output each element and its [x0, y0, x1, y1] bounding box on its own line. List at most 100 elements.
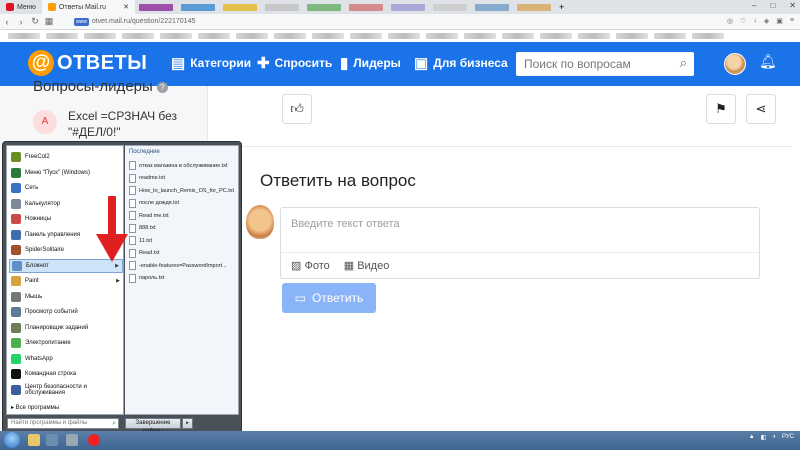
- nav-business[interactable]: ▣ Для бизнеса: [414, 54, 508, 72]
- blurred-tab[interactable]: [264, 3, 299, 11]
- search-input[interactable]: Поиск по вопросам ⌕: [516, 52, 694, 76]
- recent-file-item[interactable]: 888.txt: [129, 223, 237, 234]
- recent-file-item[interactable]: How_to_launch_Remix_OS_for_PC.txt: [129, 185, 237, 196]
- shield-icon[interactable]: ◈: [764, 17, 769, 25]
- bookmark-item[interactable]: [198, 33, 230, 39]
- start-menu-item[interactable]: Меню "Пуск" (Windows): [9, 166, 123, 180]
- tab-otvety[interactable]: Ответы Mail.ru ✕: [41, 0, 135, 14]
- close-icon[interactable]: ✕: [123, 3, 129, 11]
- shutdown-button[interactable]: Завершение работы: [125, 418, 181, 435]
- network-icon[interactable]: ◧: [761, 434, 767, 441]
- blurred-tab[interactable]: [390, 3, 425, 11]
- bookmark-item[interactable]: [122, 33, 154, 39]
- tray-arrow-icon[interactable]: ▲: [749, 434, 755, 441]
- blurred-tab[interactable]: [432, 3, 467, 11]
- leader-question-link[interactable]: Excel =СРЗНАЧ без "#ДЕЛ/0!": [68, 108, 188, 140]
- start-button[interactable]: [4, 432, 20, 448]
- start-search-input[interactable]: Найти программы и файлы ⌕: [7, 418, 119, 429]
- bookmark-item[interactable]: [46, 33, 78, 39]
- like-button[interactable]: 👍︎: [282, 94, 312, 124]
- submit-answer-button[interactable]: ▭ Ответить: [282, 283, 376, 313]
- bookmark-item[interactable]: [654, 33, 686, 39]
- bookmark-item[interactable]: [692, 33, 724, 39]
- minimize-icon[interactable]: –: [752, 1, 756, 10]
- video-button[interactable]: ▦ Видео: [344, 259, 390, 272]
- new-tab-icon[interactable]: +: [559, 2, 564, 12]
- bookmark-item[interactable]: [160, 33, 192, 39]
- recent-file-item[interactable]: 11.txt: [129, 235, 237, 246]
- bookmark-item[interactable]: [84, 33, 116, 39]
- search-icon[interactable]: ⌕: [112, 419, 116, 428]
- maximize-icon[interactable]: □: [770, 1, 775, 10]
- bookmark-item[interactable]: [616, 33, 648, 39]
- blurred-tab[interactable]: [222, 3, 257, 11]
- bookmark-item[interactable]: [274, 33, 306, 39]
- bookmark-item[interactable]: [236, 33, 268, 39]
- camera-icon[interactable]: ◎: [727, 17, 733, 25]
- bookmark-item[interactable]: [388, 33, 420, 39]
- tab-menu[interactable]: Меню: [0, 0, 42, 14]
- bookmark-item[interactable]: [464, 33, 496, 39]
- language-indicator[interactable]: РУС: [782, 434, 794, 441]
- forward-icon[interactable]: ›: [14, 17, 28, 27]
- recent-file-item[interactable]: Read me.txt: [129, 210, 237, 221]
- photo-button[interactable]: ▨ Фото: [291, 259, 330, 272]
- bookmark-item[interactable]: [540, 33, 572, 39]
- start-menu-item[interactable]: FreeCol2: [9, 150, 123, 164]
- recent-file-item[interactable]: Read.txt: [129, 248, 237, 259]
- taskbar-app-icon[interactable]: [66, 434, 78, 446]
- start-menu-item[interactable]: Планировщик заданий: [9, 321, 123, 335]
- bookmark-item[interactable]: [8, 33, 40, 39]
- taskbar-app-icon[interactable]: [46, 434, 58, 446]
- start-menu-item[interactable]: Командная строка: [9, 367, 123, 381]
- recent-file-item[interactable]: readme.txt: [129, 173, 237, 184]
- recent-file-item[interactable]: пароль.txt: [129, 273, 237, 284]
- leader-avatar[interactable]: A: [33, 110, 57, 134]
- start-menu-item[interactable]: Сеть: [9, 181, 123, 195]
- start-menu-item[interactable]: Мышь: [9, 290, 123, 304]
- back-icon[interactable]: ‹: [0, 17, 14, 27]
- bell-icon[interactable]: 🔔︎: [759, 53, 777, 70]
- share-button[interactable]: ⋖: [746, 94, 776, 124]
- reload-icon[interactable]: ↻: [28, 16, 42, 27]
- blurred-tab[interactable]: [138, 3, 173, 11]
- menu-icon[interactable]: ≡: [790, 17, 794, 25]
- opera-icon[interactable]: [88, 434, 100, 446]
- recent-file-item[interactable]: отказ магазина в обслуживание.txt: [129, 160, 237, 171]
- bookmark-item[interactable]: [502, 33, 534, 39]
- blurred-tab[interactable]: [516, 3, 551, 11]
- answer-editor[interactable]: Введите текст ответа ▨ Фото ▦ Видео: [280, 207, 760, 279]
- nav-ask[interactable]: ✚ Спросить: [257, 54, 332, 72]
- bookmark-item[interactable]: [350, 33, 382, 39]
- all-programs-button[interactable]: ▸ Все программы: [11, 404, 59, 411]
- start-menu-item[interactable]: Paint ▶: [9, 274, 123, 288]
- blurred-tab[interactable]: [180, 3, 215, 11]
- close-window-icon[interactable]: ✕: [789, 1, 796, 10]
- url-field[interactable]: www otvet.mail.ru/question/222170145: [74, 18, 195, 26]
- start-menu-item[interactable]: WhatsApp: [9, 352, 123, 366]
- recent-file-item[interactable]: после дождя.txt: [129, 198, 237, 209]
- blurred-tab[interactable]: [306, 3, 341, 11]
- shutdown-options-button[interactable]: ▸: [182, 418, 193, 429]
- bookmark-item[interactable]: [426, 33, 458, 39]
- recent-file-item[interactable]: -enable-features=PasswordImport...: [129, 260, 237, 271]
- download-icon[interactable]: ↓: [753, 17, 757, 25]
- start-menu-item[interactable]: Электропитание: [9, 336, 123, 350]
- explorer-icon[interactable]: [28, 434, 40, 446]
- blurred-tab[interactable]: [348, 3, 383, 11]
- submenu-arrow-icon[interactable]: ▶: [116, 278, 120, 284]
- bookmark-button[interactable]: ⚑: [706, 94, 736, 124]
- nav-categories[interactable]: ▤ Категории: [171, 54, 251, 72]
- otvety-logo[interactable]: @ ОТВЕТЫ: [28, 50, 147, 76]
- start-menu-item[interactable]: Центр безопасности и обслуживания: [9, 383, 123, 397]
- answer-input[interactable]: Введите текст ответа: [291, 218, 400, 230]
- search-icon[interactable]: ⌕: [680, 55, 687, 71]
- start-menu-item[interactable]: Просмотр событий: [9, 305, 123, 319]
- help-icon[interactable]: ?: [156, 81, 168, 93]
- avatar[interactable]: [724, 53, 746, 75]
- heart-icon[interactable]: ♡: [740, 17, 746, 25]
- volume-icon[interactable]: ◖: [772, 434, 776, 441]
- nav-leaders[interactable]: ▮ Лидеры: [340, 54, 401, 72]
- bookmark-item[interactable]: [312, 33, 344, 39]
- grid-icon[interactable]: ▦: [42, 16, 56, 27]
